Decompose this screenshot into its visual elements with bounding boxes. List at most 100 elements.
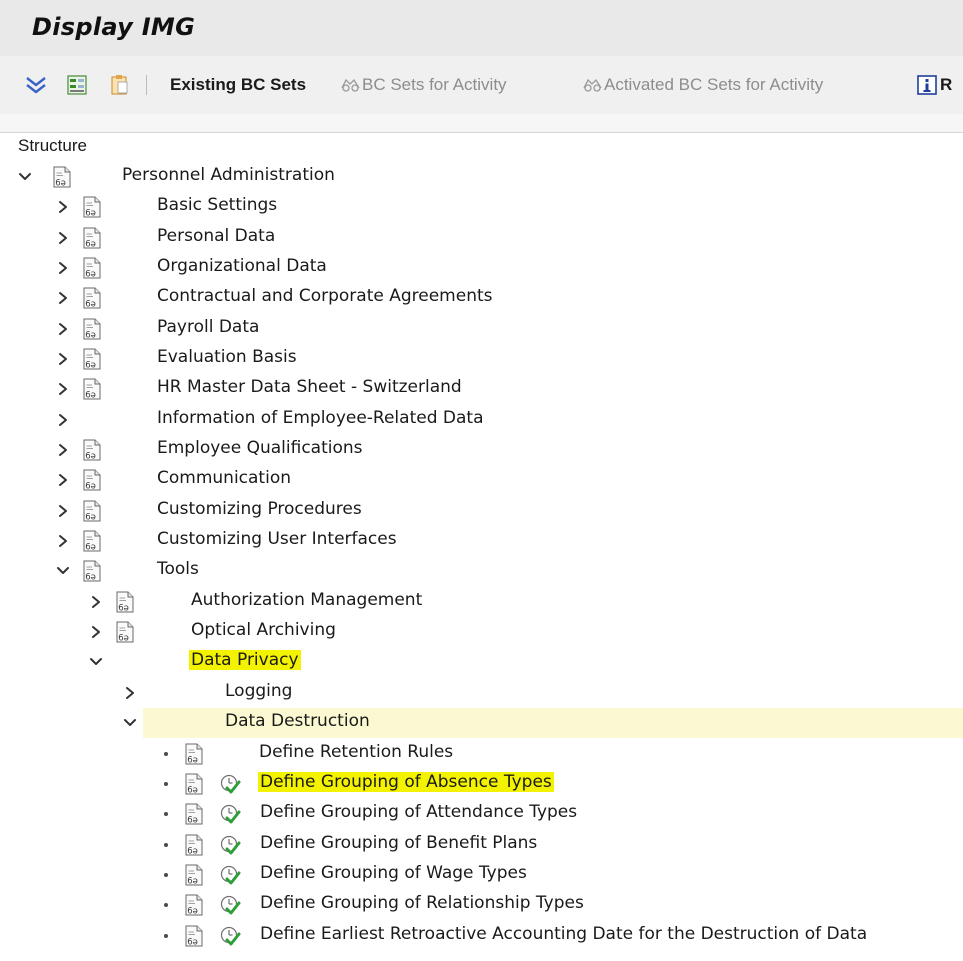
tree-node-label: Personal Data xyxy=(157,226,276,246)
tree-node-label: Tools xyxy=(157,559,199,579)
chevron-right-icon[interactable] xyxy=(56,320,70,338)
img-activity[interactable]: Define Grouping of Benefit Plans xyxy=(0,830,963,860)
chevron-right-icon[interactable] xyxy=(56,259,70,277)
img-document-icon xyxy=(184,864,204,886)
title-bar: Display IMG xyxy=(0,0,963,56)
tree-node-tools[interactable]: Tools xyxy=(0,556,963,586)
bc-set-glasses-icon xyxy=(341,78,360,92)
info-icon xyxy=(917,75,937,95)
toolbar-spacer xyxy=(0,114,963,132)
chevron-right-icon[interactable] xyxy=(56,532,70,550)
tree-node-label: Information of Employee-Related Data xyxy=(157,408,484,428)
activated-bc-sets-label: Activated BC Sets for Activity xyxy=(604,75,824,94)
chevron-down-icon[interactable] xyxy=(123,714,137,732)
chevron-right-icon[interactable] xyxy=(56,380,70,398)
tree-node[interactable]: Customizing Procedures xyxy=(0,496,963,526)
tree-node-label: Define Grouping of Attendance Types xyxy=(260,802,578,822)
tree-node-label: Basic Settings xyxy=(157,195,278,215)
img-document-icon xyxy=(82,348,102,370)
tree-node[interactable]: Evaluation Basis xyxy=(0,344,963,374)
tree-node-personnel-administration[interactable]: Personnel Administration xyxy=(0,162,963,192)
tree-node[interactable]: Employee Qualifications xyxy=(0,435,963,465)
img-document-icon xyxy=(82,500,102,522)
img-activity[interactable]: Define Grouping of Absence Types xyxy=(0,769,963,799)
img-document-icon xyxy=(184,803,204,825)
tree-node[interactable]: Authorization Management xyxy=(0,587,963,617)
chevron-right-icon[interactable] xyxy=(56,350,70,368)
bc-sets-for-activity-button[interactable]: BC Sets for Activity xyxy=(340,73,507,97)
chevron-right-icon[interactable] xyxy=(56,502,70,520)
img-activity[interactable]: Define Grouping of Attendance Types xyxy=(0,799,963,829)
tree-node-label: Organizational Data xyxy=(157,256,327,276)
img-document-icon xyxy=(82,530,102,552)
existing-bc-sets-button[interactable]: Existing BC Sets xyxy=(170,73,306,97)
img-document-icon xyxy=(115,591,135,613)
tree-node-data-privacy[interactable]: Data Privacy xyxy=(0,647,963,677)
tree-node-label: Authorization Management xyxy=(191,590,423,610)
img-document-icon xyxy=(82,287,102,309)
chevron-right-icon[interactable] xyxy=(56,411,70,429)
bc-set-glasses-icon xyxy=(583,78,602,92)
chevron-right-icon[interactable] xyxy=(123,684,137,702)
page-title: Display IMG xyxy=(32,13,196,41)
structure-grid-icon[interactable] xyxy=(66,73,88,97)
tree-node-label: Optical Archiving xyxy=(191,620,336,640)
chevron-down-icon[interactable] xyxy=(89,653,103,671)
execute-activity-icon[interactable] xyxy=(219,864,241,886)
img-activity[interactable]: Define Grouping of Relationship Types xyxy=(0,890,963,920)
tree-node[interactable]: Communication xyxy=(0,465,963,495)
tree-node-label: Define Grouping of Relationship Types xyxy=(260,893,584,913)
tree-node-label: Define Retention Rules xyxy=(259,742,454,762)
info-button[interactable]: R xyxy=(917,73,952,97)
tree-node[interactable]: Contractual and Corporate Agreements xyxy=(0,283,963,313)
bullet-icon xyxy=(164,782,168,786)
bullet-icon xyxy=(164,903,168,907)
tree-node[interactable]: HR Master Data Sheet - Switzerland xyxy=(0,374,963,404)
img-activity[interactable]: Define Retention Rules xyxy=(0,739,963,769)
clipboard-icon[interactable] xyxy=(108,73,130,97)
tree-node[interactable]: Personal Data xyxy=(0,223,963,253)
bullet-icon xyxy=(164,873,168,877)
tree-node[interactable]: Optical Archiving xyxy=(0,617,963,647)
tree-node[interactable]: Information of Employee-Related Data xyxy=(0,405,963,435)
tree-node[interactable]: Payroll Data xyxy=(0,314,963,344)
img-document-icon xyxy=(115,621,135,643)
tree-node-label: Logging xyxy=(225,681,293,701)
tree-node-label: Define Earliest Retroactive Accounting D… xyxy=(260,924,868,944)
tree-node-label: Payroll Data xyxy=(157,317,260,337)
expand-all-icon[interactable] xyxy=(24,73,48,97)
chevron-right-icon[interactable] xyxy=(56,289,70,307)
execute-activity-icon[interactable] xyxy=(219,925,241,947)
img-activity[interactable]: Define Earliest Retroactive Accounting D… xyxy=(0,921,963,951)
structure-header: Structure xyxy=(0,132,963,162)
tree-node[interactable]: Basic Settings xyxy=(0,192,963,222)
execute-activity-icon[interactable] xyxy=(219,894,241,916)
activated-bc-sets-button[interactable]: Activated BC Sets for Activity xyxy=(582,73,823,97)
chevron-right-icon[interactable] xyxy=(89,623,103,641)
tree-node-label: Define Grouping of Wage Types xyxy=(260,863,527,883)
execute-activity-icon[interactable] xyxy=(219,834,241,856)
tree-node-label: Employee Qualifications xyxy=(157,438,363,458)
tree-node-label: HR Master Data Sheet - Switzerland xyxy=(157,377,462,397)
tree-node[interactable]: Organizational Data xyxy=(0,253,963,283)
chevron-right-icon[interactable] xyxy=(56,229,70,247)
execute-activity-icon[interactable] xyxy=(219,803,241,825)
bc-sets-for-activity-label: BC Sets for Activity xyxy=(362,75,507,94)
bullet-icon xyxy=(164,843,168,847)
chevron-right-icon[interactable] xyxy=(56,198,70,216)
chevron-right-icon[interactable] xyxy=(56,441,70,459)
tree-node[interactable]: Customizing User Interfaces xyxy=(0,526,963,556)
info-label: R xyxy=(940,75,953,94)
img-document-icon xyxy=(82,378,102,400)
bullet-icon xyxy=(164,752,168,756)
img-document-icon xyxy=(52,166,72,188)
tree-node[interactable]: Logging xyxy=(0,678,963,708)
img-document-icon xyxy=(82,257,102,279)
chevron-down-icon[interactable] xyxy=(18,168,32,186)
chevron-down-icon[interactable] xyxy=(56,562,70,580)
execute-activity-icon[interactable] xyxy=(219,773,241,795)
chevron-right-icon[interactable] xyxy=(56,471,70,489)
img-activity[interactable]: Define Grouping of Wage Types xyxy=(0,860,963,890)
chevron-right-icon[interactable] xyxy=(89,593,103,611)
tree-node-data-destruction[interactable]: Data Destruction xyxy=(0,708,963,738)
